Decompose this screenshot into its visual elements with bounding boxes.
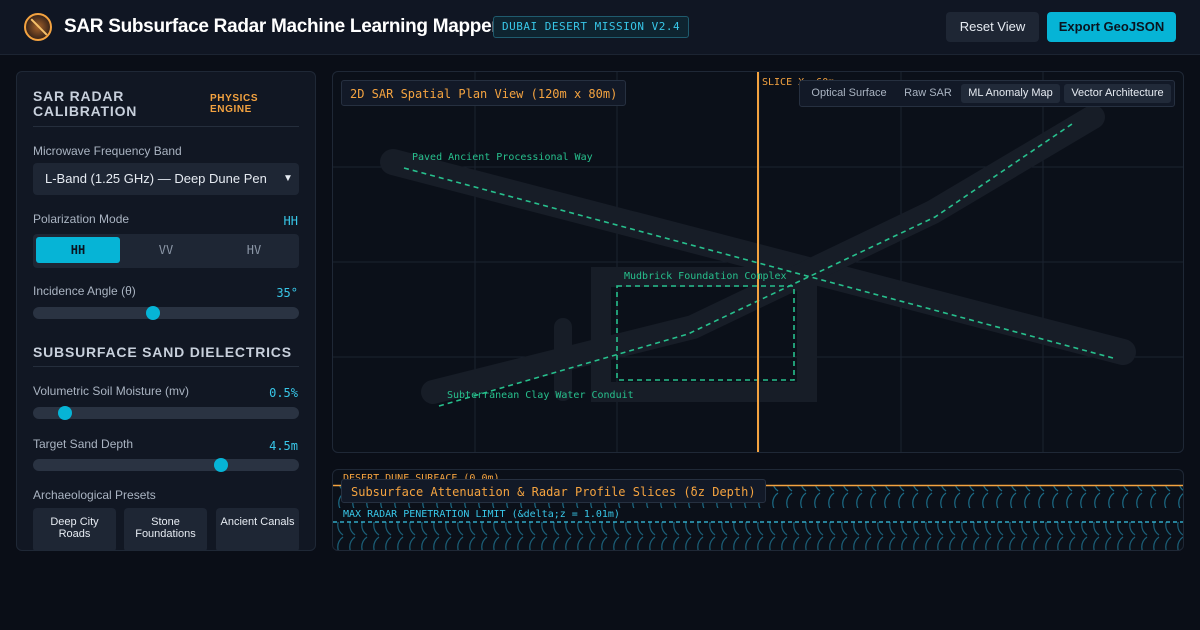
water-conduit-label: Subterranean Clay Water Conduit: [447, 390, 634, 401]
incidence-angle-label: Incidence Angle (θ): [33, 284, 136, 298]
tab-raw-sar[interactable]: Raw SAR: [897, 84, 959, 103]
slider-thumb[interactable]: [145, 306, 160, 320]
mission-badge: DUBAI DESERT MISSION V2.4: [493, 16, 690, 38]
polarization-toggle: HH VV HV: [33, 234, 299, 268]
divider: [33, 126, 299, 127]
presets-label: Archaeological Presets: [33, 488, 156, 502]
sar-plan-view[interactable]: SLICE X: 60m 2D SAR Spatial Plan View (1…: [332, 71, 1184, 453]
soil-moisture-slider[interactable]: [33, 406, 299, 420]
profile-title: Subsurface Attenuation & Radar Profile S…: [341, 479, 766, 503]
frequency-band-label: Microwave Frequency Band: [33, 144, 182, 158]
tab-vector-architecture[interactable]: Vector Architecture: [1064, 84, 1171, 103]
physics-engine-tag: PHYSICS ENGINE: [210, 93, 259, 115]
penetration-limit-label: MAX RADAR PENETRATION LIMIT (&delta;z = …: [343, 509, 620, 520]
polarization-value: HH: [283, 214, 298, 228]
slider-thumb[interactable]: [57, 406, 72, 420]
app-title: SAR Subsurface Radar Machine Learning Ma…: [64, 16, 499, 37]
frequency-band-value: L-Band (1.25 GHz) — Deep Dune Pen: [45, 171, 267, 186]
soil-moisture-value: 0.5%: [269, 386, 298, 400]
view-mode-tabs: Optical Surface Raw SAR ML Anomaly Map V…: [799, 80, 1175, 107]
polarization-label: Polarization Mode: [33, 212, 130, 226]
preset-ancient-canals-button[interactable]: Ancient Canals: [216, 508, 299, 550]
slider-thumb[interactable]: [213, 458, 228, 472]
soil-moisture-label: Volumetric Soil Moisture (mv): [33, 384, 190, 398]
incidence-angle-value: 35°: [276, 286, 298, 300]
polarization-option-hv[interactable]: HV: [212, 237, 296, 263]
frequency-band-select[interactable]: L-Band (1.25 GHz) — Deep Dune Pen ▼: [33, 163, 299, 195]
attenuation-reflection-band: [333, 522, 1183, 550]
dielectrics-section-title: SUBSURFACE SAND DIELECTRICS: [33, 344, 292, 360]
processional-way-label: Paved Ancient Processional Way: [412, 152, 593, 163]
export-geojson-button[interactable]: Export GeoJSON: [1047, 12, 1176, 42]
incidence-angle-slider[interactable]: [33, 306, 299, 320]
calibration-panel: SAR RADAR CALIBRATION PHYSICS ENGINE Mic…: [16, 71, 316, 551]
chevron-down-icon: ▼: [280, 163, 296, 195]
sand-depth-value: 4.5m: [269, 439, 298, 453]
polarization-option-hh[interactable]: HH: [36, 237, 120, 263]
polarization-option-vv[interactable]: VV: [124, 237, 208, 263]
sand-depth-slider[interactable]: [33, 458, 299, 472]
divider: [33, 366, 299, 367]
radar-profile-panel: DESERT DUNE SURFACE (0.0m) Subsurface At…: [332, 469, 1184, 551]
foundation-complex-label: Mudbrick Foundation Complex: [624, 271, 787, 282]
tab-optical-surface[interactable]: Optical Surface: [803, 84, 895, 103]
calibration-section-title: SAR RADAR CALIBRATION: [33, 88, 138, 119]
preset-deep-city-roads-button[interactable]: Deep City Roads: [33, 508, 116, 550]
map-title: 2D SAR Spatial Plan View (120m x 80m): [341, 80, 627, 106]
app-header: SAR Subsurface Radar Machine Learning Ma…: [0, 0, 1200, 55]
sand-depth-label: Target Sand Depth: [33, 437, 134, 451]
preset-stone-foundations-button[interactable]: Stone Foundations: [124, 508, 207, 550]
radar-sweep-icon: [24, 13, 52, 41]
tab-ml-anomaly-map[interactable]: ML Anomaly Map: [961, 84, 1060, 103]
reset-view-button[interactable]: Reset View: [946, 12, 1039, 42]
